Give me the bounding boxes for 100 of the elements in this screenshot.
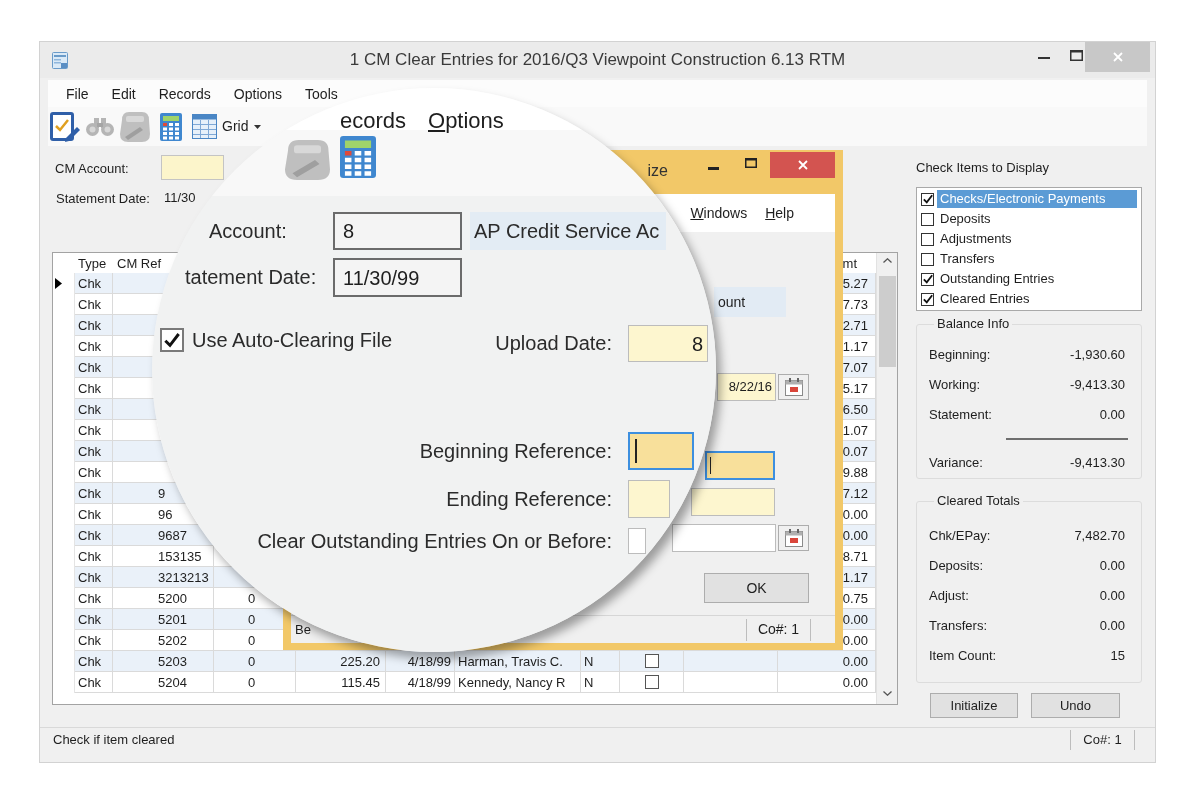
checkbox[interactable] [921, 232, 934, 246]
maximize-icon[interactable] [1070, 50, 1083, 61]
entry-type: Chk [78, 590, 102, 606]
payee-name: Harman, Travis C. [458, 653, 563, 669]
cell-value: N [584, 674, 594, 690]
input-field[interactable] [628, 528, 646, 554]
amount: 6.50 [842, 401, 868, 417]
scrollbar[interactable] [876, 253, 897, 704]
company-number: Co#: 1 [757, 620, 800, 639]
maximize-icon[interactable] [745, 158, 757, 168]
checkbox[interactable] [160, 328, 184, 352]
input-field[interactable] [672, 524, 776, 552]
close-icon [1112, 52, 1123, 62]
account-field[interactable] [161, 155, 224, 180]
reference-number: 5200 [158, 590, 187, 606]
list-item[interactable]: Cleared Entries [937, 290, 1137, 308]
amount: 9.88 [842, 464, 868, 480]
field-value: -9,413.30 [1070, 454, 1125, 473]
chevron-up-icon[interactable] [882, 258, 892, 263]
amount: 7.12 [842, 485, 868, 501]
input-field[interactable]: 8 [628, 325, 708, 362]
menu-item[interactable]: Edit [108, 83, 139, 104]
close-button[interactable] [770, 152, 835, 178]
checkbox-label[interactable]: Use Auto-Clearing File [192, 326, 393, 354]
amount: 0.00 [842, 527, 868, 543]
field-label: Account: [209, 219, 287, 244]
entry-type: Chk [78, 422, 102, 438]
checkbox[interactable] [921, 272, 934, 286]
checkbox[interactable] [921, 292, 934, 306]
calendar-button[interactable] [778, 374, 809, 400]
amount: 0.00 [842, 632, 868, 648]
account-name-field: ount [714, 287, 786, 317]
amount: 7.07 [842, 359, 868, 375]
calendar-icon [784, 529, 803, 547]
menu-item[interactable]: File [63, 83, 92, 104]
window-title: 1 CM Clear Entries for 2016/Q3 Viewpoint Construction 6.13 RTM [349, 50, 846, 70]
checkbox[interactable] [921, 212, 934, 226]
text-cursor-icon [635, 439, 637, 463]
checkbox[interactable] [644, 675, 659, 689]
entry-type: Chk [78, 674, 102, 690]
column-header[interactable]: mt [842, 255, 857, 271]
app-icon [52, 51, 68, 69]
checkbox[interactable] [921, 192, 934, 206]
menu-item[interactable]: ecords [340, 108, 407, 134]
calendar-button[interactable] [778, 525, 809, 551]
amount: 8.71 [842, 548, 868, 564]
reference-number: 5203 [158, 653, 187, 669]
section-title: Check Items to Display [916, 160, 1049, 175]
menu-item[interactable]: Options [428, 108, 504, 134]
field-value: 11/30 [164, 189, 196, 208]
minimize-icon[interactable] [1038, 57, 1050, 59]
field-value: 0.00 [1099, 587, 1125, 606]
input-field[interactable] [705, 451, 775, 480]
cell-value: 0 [247, 590, 256, 606]
input-field[interactable] [691, 488, 775, 516]
scrollbar-thumb[interactable] [878, 276, 896, 367]
checklist-icon[interactable] [50, 111, 80, 142]
account-field[interactable]: 8 [333, 212, 462, 250]
amount: 115.45 [341, 674, 380, 690]
field-label: Beginning: [929, 346, 991, 365]
list-item[interactable]: Transfers [937, 250, 1137, 268]
entry-type: Chk [78, 611, 102, 627]
minimize-icon[interactable] [708, 167, 719, 170]
entry-date: 4/18/99 [407, 674, 451, 690]
input-field[interactable] [628, 432, 694, 470]
reference-number: 9 [158, 485, 166, 501]
list-item[interactable]: Outstanding Entries [937, 270, 1137, 288]
reference-number: 5202 [158, 632, 187, 648]
checkmark-icon [922, 194, 933, 204]
column-header[interactable]: CM Ref [117, 255, 162, 271]
input-field[interactable]: 8/22/16 [717, 373, 776, 401]
chevron-down-icon[interactable] [882, 691, 892, 696]
status-message: Check if item cleared [53, 730, 175, 749]
entry-type: Chk [78, 632, 102, 648]
calculator-icon[interactable] [340, 136, 376, 178]
checkbox[interactable] [921, 252, 934, 266]
amount: 0.75 [842, 590, 868, 606]
list-item[interactable]: Adjustments [937, 230, 1137, 248]
field-label: CM Account: [55, 160, 129, 176]
entry-type: Chk [78, 653, 102, 669]
date-field[interactable]: 11/30/99 [333, 258, 462, 297]
calculator-icon[interactable] [160, 112, 182, 141]
amount: 0.00 [842, 653, 868, 669]
field-value: 0.00 [1099, 406, 1125, 425]
action-button[interactable]: Undo [1031, 693, 1120, 718]
amount: 0.00 [842, 674, 868, 690]
status-message: Be [295, 620, 311, 639]
list-item[interactable]: Deposits [937, 210, 1137, 228]
entry-type: Chk [78, 569, 102, 585]
action-button[interactable]: Initialize [930, 693, 1018, 718]
checkbox[interactable] [644, 654, 659, 668]
account-name-field: AP Credit Service Ac [470, 212, 666, 250]
input-field[interactable] [628, 480, 670, 518]
reference-number: 5201 [158, 611, 187, 627]
field-label: tatement Date: [185, 265, 317, 290]
column-header[interactable]: Type [78, 255, 107, 271]
table-row[interactable]: Chk 5203 0 225.20 4/18/99 Harman, Travis C. N 0.00 [53, 651, 876, 672]
menu-item[interactable]: Help [762, 202, 797, 224]
ok-button[interactable]: OK [704, 573, 809, 603]
cell-value: 0 [247, 632, 256, 648]
